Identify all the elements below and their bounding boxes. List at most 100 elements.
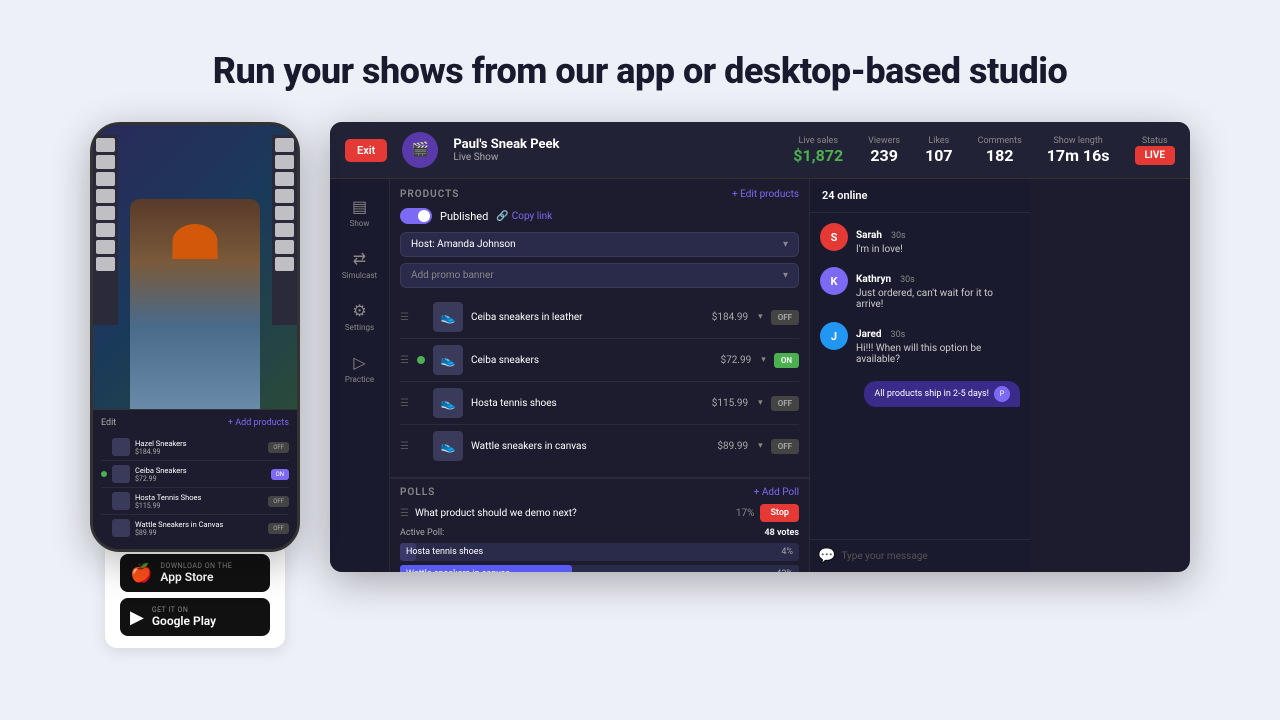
shelf-item bbox=[96, 155, 115, 169]
product-list-item: ☰ 👟 Ceiba sneakers in leather $184.99 ▾ … bbox=[400, 296, 799, 339]
phone-add-products[interactable]: + Add products bbox=[228, 418, 289, 428]
chevron-down-icon bbox=[783, 239, 788, 250]
product-toggle-off[interactable]: OFF bbox=[268, 523, 289, 534]
chevron-down-icon bbox=[783, 270, 788, 281]
published-text: Published bbox=[440, 210, 488, 223]
chat-message: K Kathryn 30s Just ordered, can't wait f… bbox=[820, 267, 1020, 310]
likes-value: 107 bbox=[925, 146, 953, 165]
studio-main: PRODUCTS + Edit products Published 🔗 Cop… bbox=[390, 179, 1190, 572]
chat-avatar-kathryn: K bbox=[820, 267, 848, 295]
product-price: $115.99 bbox=[135, 502, 263, 510]
poll-percent: 17% bbox=[736, 508, 755, 519]
edit-products-button[interactable]: + Edit products bbox=[732, 189, 799, 200]
sidebar-label-simulcast: Simulcast bbox=[342, 271, 377, 280]
studio-container: Exit 🎬 Paul's Sneak Peek Live Show Live … bbox=[330, 122, 1190, 572]
active-poll-row: Active Poll: 48 votes bbox=[400, 528, 799, 538]
chat-content: Jared 30s Hi!!! When will this option be… bbox=[856, 322, 1020, 365]
product-toggle-on[interactable]: ON bbox=[271, 469, 289, 480]
chat-input-area[interactable]: 💬 Type your message bbox=[810, 539, 1030, 572]
price-chevron-icon: ▾ bbox=[758, 398, 763, 408]
appstore-text: Download on the App Store bbox=[160, 562, 232, 584]
chat-text: Hi!!! When will this option be available… bbox=[856, 343, 1020, 365]
message-icon: 💬 bbox=[818, 548, 835, 564]
link-icon: 🔗 bbox=[496, 211, 508, 222]
sidebar-label-show: Show bbox=[350, 219, 370, 228]
product-info: Hazel Sneakers $184.99 bbox=[135, 439, 263, 456]
sidebar-label-practice: Practice bbox=[345, 375, 374, 384]
chat-username: Jared bbox=[856, 329, 882, 340]
reply-text: All products ship in 2-5 days! bbox=[874, 389, 989, 399]
drag-handle-icon: ☰ bbox=[400, 398, 409, 409]
live-sales-value: $1,872 bbox=[793, 146, 843, 165]
simulcast-icon: ⇄ bbox=[353, 249, 366, 268]
shelf-item bbox=[275, 155, 294, 169]
product-thumbnail: 👟 bbox=[433, 431, 463, 461]
host-select[interactable]: Host: Amanda Johnson bbox=[400, 232, 799, 257]
chat-content: Kathryn 30s Just ordered, can't wait for… bbox=[856, 267, 1020, 310]
published-toggle[interactable] bbox=[400, 208, 432, 224]
copy-link-button[interactable]: 🔗 Copy link bbox=[496, 211, 552, 222]
product-thumb bbox=[112, 465, 130, 483]
polls-header: POLLS + Add Poll bbox=[400, 487, 799, 498]
chat-input[interactable]: Type your message bbox=[841, 551, 1022, 562]
studio-chat-panel: 24 online S Sarah 30s I'm in love! bbox=[810, 179, 1030, 572]
sidebar-item-simulcast[interactable]: ⇄ Simulcast bbox=[335, 241, 385, 288]
poll-question: What product should we demo next? bbox=[415, 508, 730, 519]
product-toggle-off[interactable]: OFF bbox=[771, 439, 799, 454]
sidebar-item-settings[interactable]: ⚙ Settings bbox=[335, 293, 385, 340]
stop-poll-button[interactable]: Stop bbox=[760, 504, 799, 522]
phone-product-row: Ceiba Sneakers $72.99 ON bbox=[101, 461, 289, 488]
shelf-item bbox=[275, 240, 294, 254]
chat-time: 30s bbox=[891, 231, 906, 241]
price-chevron-icon: ▾ bbox=[758, 312, 763, 322]
show-subtitle: Live Show bbox=[453, 152, 778, 163]
shelf-item bbox=[275, 189, 294, 203]
googleplay-text: GET IT ON Google Play bbox=[152, 606, 216, 628]
show-icon: ▤ bbox=[352, 197, 367, 216]
copy-link-label: Copy link bbox=[512, 211, 552, 222]
live-badge: LIVE bbox=[1135, 146, 1176, 165]
drag-handle-icon: ☰ bbox=[400, 312, 409, 323]
price-chevron-icon: ▾ bbox=[758, 441, 763, 451]
chat-message: J Jared 30s Hi!!! When will this option … bbox=[820, 322, 1020, 365]
product-toggle-off[interactable]: OFF bbox=[771, 310, 799, 325]
product-price: $72.99 bbox=[721, 355, 752, 366]
live-sales-label: Live sales bbox=[793, 136, 843, 146]
googleplay-name: Google Play bbox=[152, 614, 216, 628]
apple-icon: 🍎 bbox=[130, 563, 152, 584]
poll-option-percent: 43% bbox=[776, 569, 793, 572]
chat-text: Just ordered, can't wait for it to arriv… bbox=[856, 288, 1020, 310]
header-stats: Live sales $1,872 Viewers 239 Likes 107 … bbox=[793, 136, 1175, 165]
shelf-item bbox=[275, 138, 294, 152]
promo-select[interactable]: Add promo banner bbox=[400, 263, 799, 288]
viewers-value: 239 bbox=[868, 146, 900, 165]
product-name: Ceiba sneakers in leather bbox=[471, 312, 704, 323]
phone-shelf-left bbox=[93, 135, 118, 325]
sidebar-item-show[interactable]: ▤ Show bbox=[335, 189, 385, 236]
product-toggle-off[interactable]: OFF bbox=[268, 442, 289, 453]
product-thumb bbox=[112, 438, 130, 456]
inactive-dot bbox=[101, 498, 107, 504]
exit-button[interactable]: Exit bbox=[345, 139, 387, 162]
appstore-badge[interactable]: 🍎 Download on the App Store bbox=[120, 554, 270, 592]
product-toggle-on[interactable]: ON bbox=[774, 353, 799, 368]
googleplay-badge[interactable]: ▶ GET IT ON Google Play bbox=[120, 598, 270, 636]
active-dot bbox=[101, 471, 107, 477]
product-toggle-off[interactable]: OFF bbox=[268, 496, 289, 507]
download-badges: 🍎 Download on the App Store ▶ GET IT ON … bbox=[105, 542, 285, 648]
shelf-item bbox=[275, 206, 294, 220]
likes-stat: Likes 107 bbox=[925, 136, 953, 165]
shelf-item bbox=[275, 257, 294, 271]
product-info: Ceiba Sneakers $72.99 bbox=[135, 466, 266, 483]
polls-section: POLLS + Add Poll ☰ What product should w… bbox=[390, 478, 809, 572]
phone-mockup: Edit + Add products Hazel Sneakers $184.… bbox=[90, 122, 310, 648]
host-label: Host: Amanda Johnson bbox=[411, 239, 516, 250]
show-avatar: 🎬 bbox=[402, 132, 438, 168]
studio-header: Exit 🎬 Paul's Sneak Peek Live Show Live … bbox=[330, 122, 1190, 179]
product-toggle-off[interactable]: OFF bbox=[771, 396, 799, 411]
practice-icon: ▷ bbox=[353, 353, 365, 372]
sidebar-item-practice[interactable]: ▷ Practice bbox=[335, 345, 385, 392]
phone-frame: Edit + Add products Hazel Sneakers $184.… bbox=[90, 122, 300, 552]
products-header: PRODUCTS + Edit products bbox=[400, 189, 799, 200]
add-poll-button[interactable]: + Add Poll bbox=[754, 487, 799, 498]
